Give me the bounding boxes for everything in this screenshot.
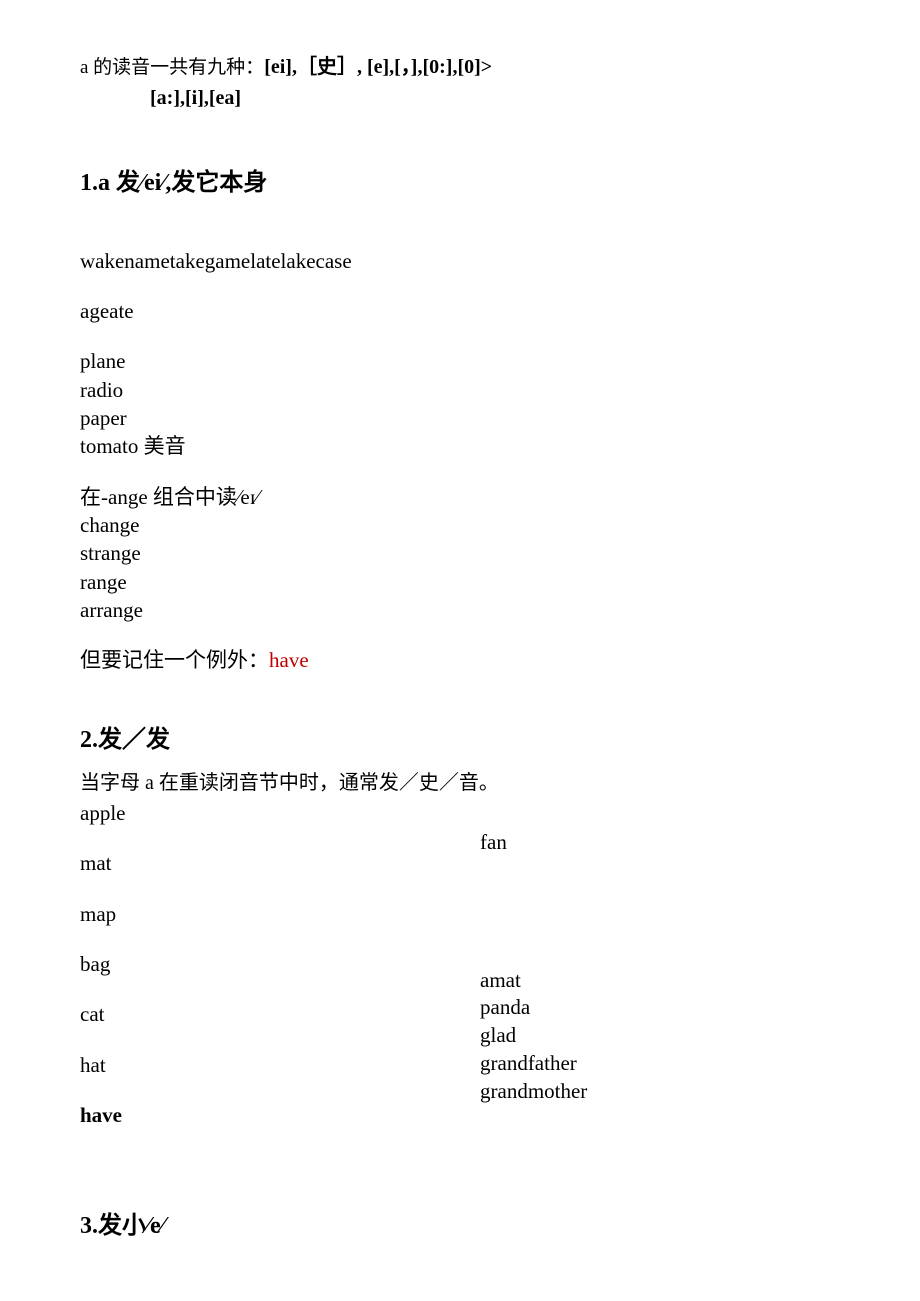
- section-1-p2: ageate: [80, 297, 840, 325]
- word-mat: mat: [80, 849, 480, 877]
- intro-prefix: a 的读音一共有九种：: [80, 57, 264, 78]
- word-panda: panda: [480, 994, 840, 1022]
- word-map: map: [80, 900, 480, 928]
- section-1-p1: wakenametakegamelatelakecase: [80, 247, 840, 275]
- column-spacer: [480, 857, 840, 967]
- section-1-exception: 但要记住一个例外：have: [80, 646, 840, 674]
- section-1-heading: 1.a 发⁄ei⁄,发它本身: [80, 168, 840, 199]
- word-range: range: [80, 568, 840, 596]
- word-tomato: tomato 美音: [80, 432, 840, 460]
- word-change: change: [80, 511, 840, 539]
- section-3-heading: 3.发小⁄e⁄: [80, 1211, 840, 1242]
- section-2-heading: 2.发／发: [80, 725, 840, 756]
- word-paper: paper: [80, 404, 840, 432]
- section-2-intro: 当字母 a 在重读闭音节中时，通常发／史／音。: [80, 766, 840, 795]
- section-2-columns: apple mat map bag cat hat have fan amat …: [80, 799, 840, 1151]
- word-glad: glad: [480, 1022, 840, 1050]
- word-strange: strange: [80, 539, 840, 567]
- section-1-block-1: plane radio paper tomato 美音: [80, 347, 840, 460]
- word-arrange: arrange: [80, 596, 840, 624]
- exception-prefix: 但要记住一个例外：: [80, 648, 269, 672]
- section-1-block-2: 在-ange 组合中读⁄eɪ⁄ change strange range arr…: [80, 483, 840, 625]
- word-cat: cat: [80, 1000, 480, 1028]
- word-have: have: [80, 1101, 480, 1129]
- word-bag: bag: [80, 950, 480, 978]
- word-grandmother: grandmother: [480, 1078, 840, 1106]
- section-2-left-column: apple mat map bag cat hat have: [80, 799, 480, 1151]
- word-plane: plane: [80, 347, 840, 375]
- intro-line-1: a 的读音一共有九种：[ei],［史］, [e],[，],[0:],[0]>: [80, 52, 840, 83]
- word-hat: hat: [80, 1051, 480, 1079]
- intro-list-1: [ei],［史］, [e],[，],[0:],[0]>: [264, 56, 492, 78]
- word-grandfather: grandfather: [480, 1050, 840, 1078]
- word-apple: apple: [80, 799, 480, 827]
- word-radio: radio: [80, 376, 840, 404]
- intro-line-2: [a:],[i],[ea]: [80, 87, 840, 110]
- word-amat: amat: [480, 967, 840, 995]
- document-page: a 的读音一共有九种：[ei],［史］, [e],[，],[0:],[0]> […: [0, 0, 920, 1301]
- ange-note: 在-ange 组合中读⁄eɪ⁄: [80, 483, 840, 511]
- section-2-right-column: fan amat panda glad grandfather grandmot…: [480, 799, 840, 1151]
- word-fan: fan: [480, 829, 840, 857]
- exception-word: have: [269, 648, 309, 672]
